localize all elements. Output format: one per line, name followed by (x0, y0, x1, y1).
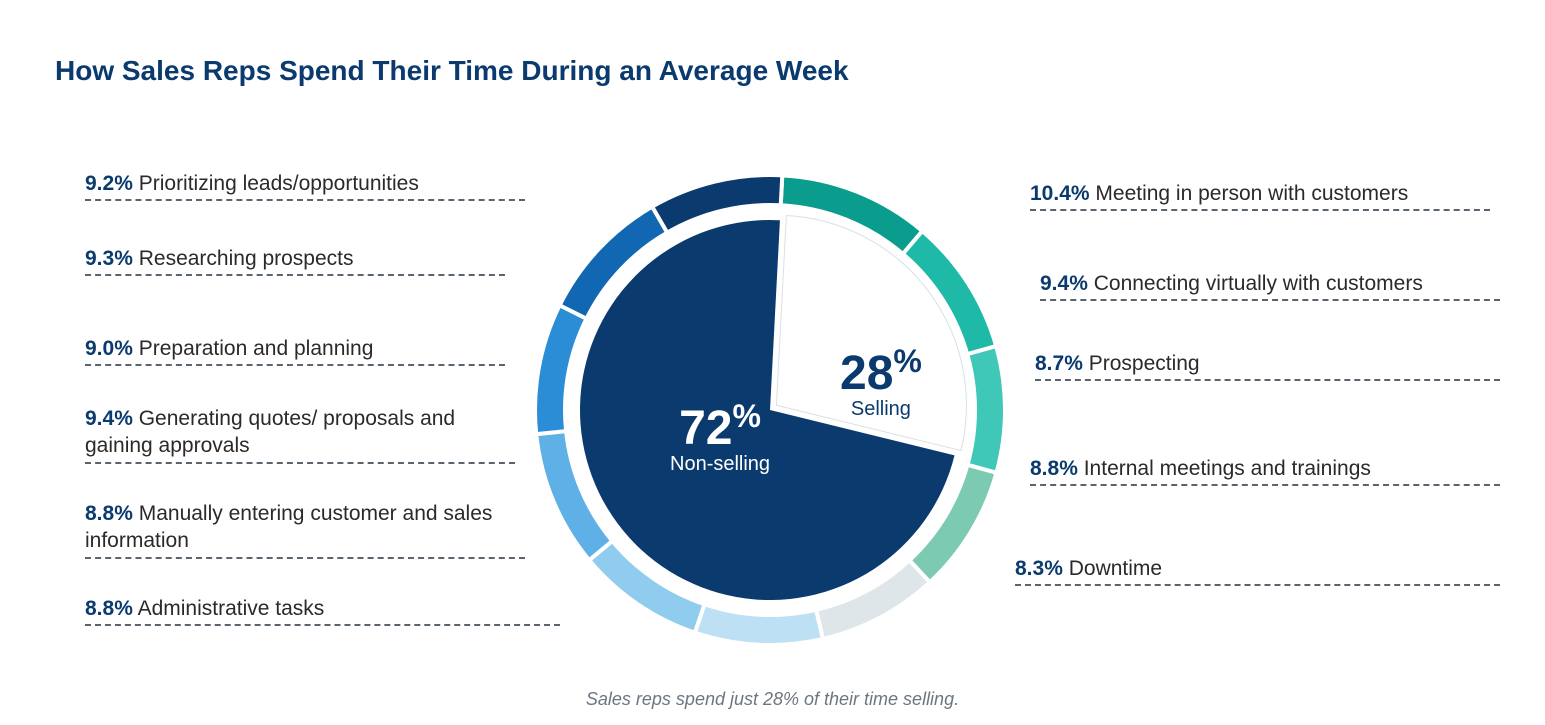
segment-label: 9.0% Preparation and planning (85, 335, 505, 366)
segment-label: 8.8% Manually entering customer and sale… (85, 500, 525, 559)
segment-label: 8.8% Administrative tasks (85, 595, 560, 626)
segment-label: 8.7% Prospecting (1035, 350, 1500, 381)
segment-label: 9.2% Prioritizing leads/opportunities (85, 170, 525, 201)
segment-label: 9.3% Researching prospects (85, 245, 505, 276)
segment-label: 8.3% Downtime (1015, 555, 1500, 586)
segment-label: 9.4% Connecting virtually with customers (1040, 270, 1500, 301)
chart-title: How Sales Reps Spend Their Time During a… (55, 55, 849, 87)
segment-label: 10.4% Meeting in person with customers (1030, 180, 1490, 211)
segment-label: 8.8% Internal meetings and trainings (1030, 455, 1500, 486)
donut-chart: 72% Non-selling 28% Selling (520, 160, 1020, 660)
segment-label: 9.4% Generating quotes/ proposals and ga… (85, 405, 515, 464)
chart-caption: Sales reps spend just 28% of their time … (0, 689, 1545, 710)
